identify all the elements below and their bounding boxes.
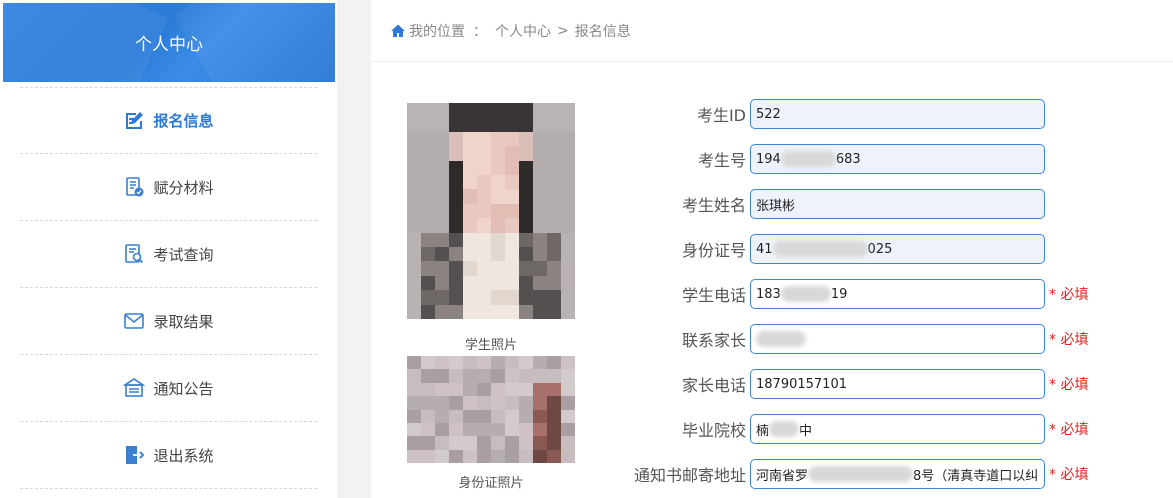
field-value: 522 xyxy=(756,106,781,122)
required-marker: * 必填 xyxy=(1049,287,1089,303)
field-value: 41 xyxy=(756,241,773,257)
sidebar-item-label: 通知公告 xyxy=(153,379,214,398)
required-marker: * 必填 xyxy=(1049,332,1089,348)
field-value: 18790157101 xyxy=(756,376,847,392)
redacted-text xyxy=(772,241,868,257)
sidebar-item-scoring-materials[interactable]: 赋分材料 xyxy=(20,154,317,221)
field-value-suffix: 683 xyxy=(835,151,861,167)
form-row: 毕业院校楠中 * 必填 xyxy=(601,414,1088,444)
required-marker: * 必填 xyxy=(1049,377,1089,393)
field-input[interactable]: 183 19 xyxy=(750,279,1045,309)
field-value: 194 xyxy=(756,151,781,167)
field-input[interactable]: 194 683 xyxy=(750,144,1045,174)
id-card-photo xyxy=(407,356,575,463)
form-row: 通知书邮寄地址 河南省罗 8号（清真寺道口以纠 * 必填 xyxy=(601,459,1088,489)
form-row: 身份证号 41 025 xyxy=(601,234,1045,264)
sidebar-title: 个人中心 xyxy=(135,35,203,55)
field-input[interactable] xyxy=(750,324,1045,354)
sidebar-item-exam-query[interactable]: 考试查询 xyxy=(20,221,317,288)
sidebar-item-label: 赋分材料 xyxy=(153,178,214,197)
field-label: 毕业院校 xyxy=(681,421,746,440)
field-label: 身份证号 xyxy=(681,241,746,260)
sidebar-item-label: 退出系统 xyxy=(153,446,214,465)
redacted-text xyxy=(756,331,806,347)
field-label: 考生姓名 xyxy=(681,196,746,215)
logout-icon xyxy=(123,444,145,466)
document-check-icon xyxy=(123,176,145,198)
id-card-photo-caption: 身份证照片 xyxy=(458,476,524,491)
sidebar-item-label: 报名信息 xyxy=(153,112,214,130)
form-row: 学生电话 183 19 * 必填 xyxy=(601,279,1088,309)
field-input[interactable]: 河南省罗 8号（清真寺道口以纠 xyxy=(750,459,1045,489)
field-input[interactable]: 18790157101 xyxy=(750,369,1045,399)
field-value-suffix: 中 xyxy=(799,423,813,439)
required-marker: * 必填 xyxy=(1049,467,1089,483)
sidebar-item-label: 录取结果 xyxy=(153,312,214,331)
redacted-text xyxy=(808,466,914,482)
breadcrumb-location-label: 我的位置 xyxy=(409,23,465,40)
breadcrumb-parent[interactable]: 个人中心 xyxy=(495,21,551,41)
field-label: 联系家长 xyxy=(681,331,746,350)
sidebar-item-label: 考试查询 xyxy=(153,245,214,264)
sidebar-item-announcements[interactable]: 通知公告 xyxy=(20,355,317,422)
breadcrumb-separator: > xyxy=(557,22,569,39)
redacted-text xyxy=(780,151,836,167)
student-photo xyxy=(407,103,575,319)
breadcrumb-current: 报名信息 xyxy=(574,23,631,40)
search-document-icon xyxy=(123,243,145,265)
edit-form-icon xyxy=(123,110,145,132)
field-value: 张琪彬 xyxy=(756,198,796,214)
field-label: 考生ID xyxy=(696,106,746,125)
home-icon xyxy=(390,23,406,39)
form-row: 考生号 194 683 xyxy=(601,144,1045,174)
field-value: 183 xyxy=(756,286,781,302)
mail-icon xyxy=(123,310,145,332)
field-value-suffix: 8号（清真寺道口以纠 xyxy=(913,468,1039,484)
field-input[interactable]: 楠中 xyxy=(750,414,1045,444)
sidebar-menu: 报名信息 赋分材料 考试查询 录取结果 通知公告 退出系统 xyxy=(20,87,317,489)
sidebar: 个人中心 报名信息 赋分材料 考试查询 录取结果 通知公告 退出系统 xyxy=(0,0,337,498)
sidebar-item-registration-info[interactable]: 报名信息 xyxy=(20,87,317,154)
breadcrumb: 我的位置 ： 个人中心 > 报名信息 xyxy=(371,0,1173,62)
field-label: 学生电话 xyxy=(681,286,746,305)
form-row: 考生姓名 张琪彬 xyxy=(601,189,1045,219)
field-label: 家长电话 xyxy=(681,376,746,395)
field-input[interactable]: 41 025 xyxy=(750,234,1045,264)
form-row: 家长电话 18790157101 * 必填 xyxy=(601,369,1088,399)
field-input[interactable]: 张琪彬 xyxy=(750,189,1045,219)
sidebar-item-admission-result[interactable]: 录取结果 xyxy=(20,288,317,355)
required-marker: * 必填 xyxy=(1049,422,1089,438)
form-row: 考生ID 522 xyxy=(601,99,1045,129)
announcement-icon xyxy=(123,377,146,399)
field-label: 通知书邮寄地址 xyxy=(633,466,746,485)
field-input[interactable]: 522 xyxy=(750,99,1045,129)
form-row: 联系家长 * 必填 xyxy=(601,324,1088,354)
sidebar-header: 个人中心 xyxy=(3,3,335,82)
field-label: 考生号 xyxy=(697,151,746,170)
breadcrumb-colon: ： xyxy=(473,23,487,40)
redacted-text xyxy=(780,286,831,302)
sidebar-item-logout[interactable]: 退出系统 xyxy=(20,422,317,489)
redacted-text xyxy=(769,421,800,437)
main-panel: 我的位置 ： 个人中心 > 报名信息 学生照片 身份证照片 考生ID 522 考生号… xyxy=(371,0,1173,498)
field-value-suffix: 025 xyxy=(867,241,893,257)
field-value-suffix: 19 xyxy=(830,286,848,302)
field-value: 河南省罗 xyxy=(756,468,809,484)
field-value: 楠 xyxy=(756,423,770,439)
student-photo-caption: 学生照片 xyxy=(464,338,517,353)
